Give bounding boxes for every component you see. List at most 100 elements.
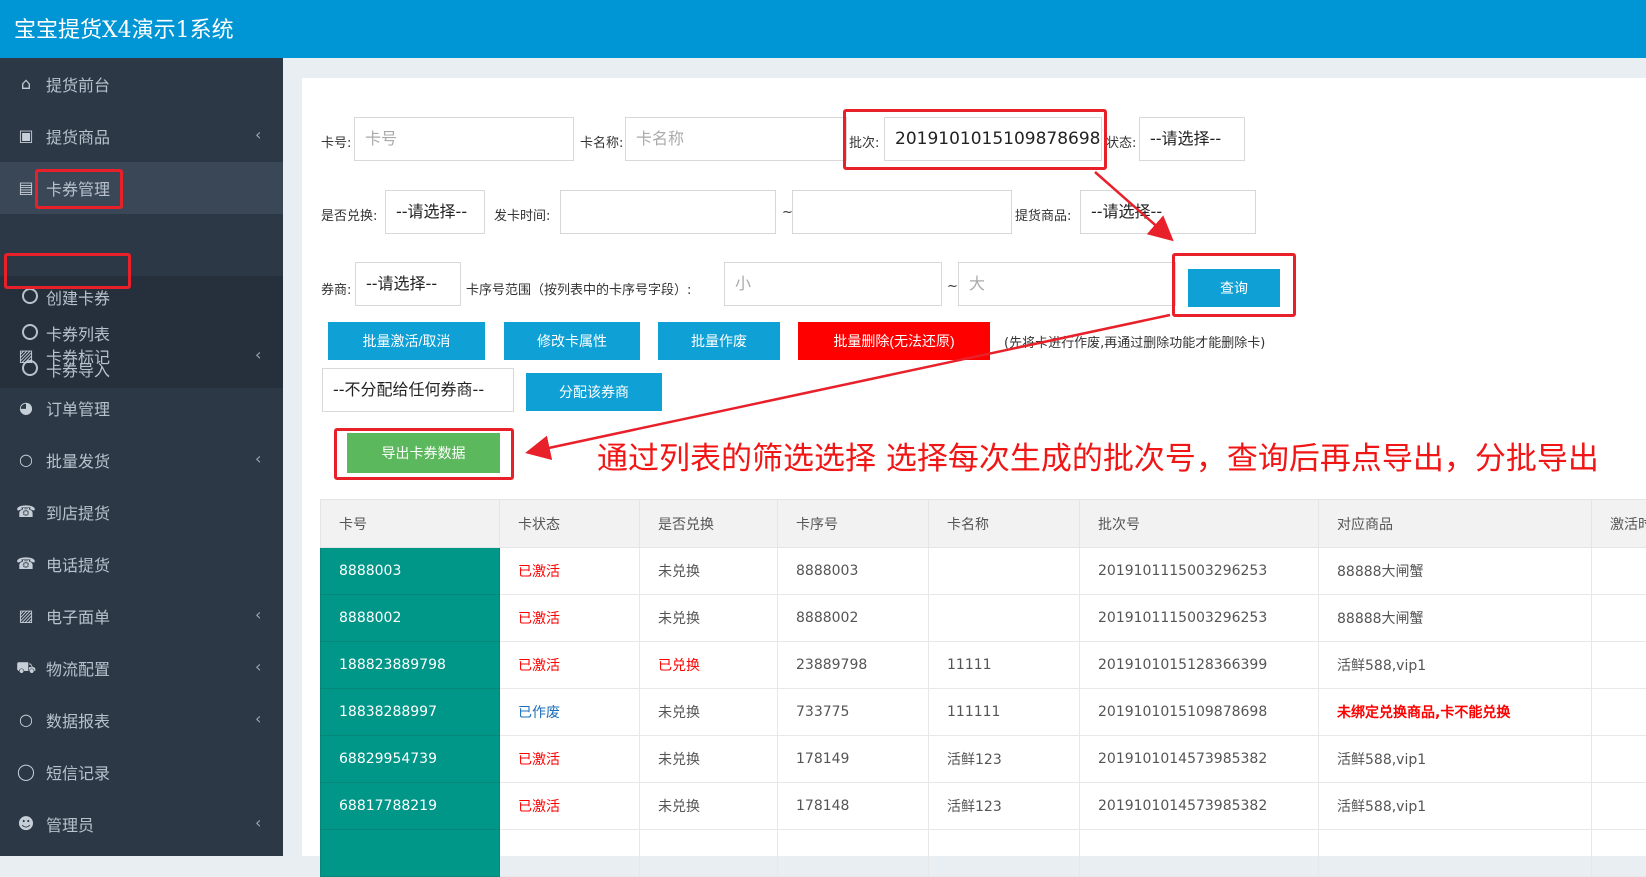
sidebar-item-orders[interactable]: ◕ 订单管理 (0, 382, 283, 434)
sidebar-item-sms-log[interactable]: ◯ 短信记录 (0, 746, 283, 798)
chevron-left-icon: ‹ (255, 709, 261, 728)
batch-delete-button[interactable]: 批量删除(无法还原) (798, 322, 990, 360)
card-no-input[interactable]: 卡号 (354, 117, 574, 161)
goods-select[interactable]: --请选择-- (1080, 190, 1256, 234)
status-select[interactable]: --请选择-- (1139, 117, 1245, 161)
sidebar-item-phone-pickup[interactable]: ☎ 电话提货 (0, 538, 283, 590)
cell-card-name: 11111 (929, 642, 1080, 689)
cell-batch: 2019101015128366399 (1080, 642, 1319, 689)
cell-card-no: 8888003 (321, 548, 500, 595)
cell-exchanged: 未兑换 (640, 736, 778, 783)
issue-time-end-input[interactable] (792, 190, 1012, 234)
cell-card-no: 68817788219 (321, 783, 500, 830)
highlight-batch (843, 109, 1107, 170)
status-label: 状态: (1106, 132, 1136, 151)
home-icon: ⌂ (16, 74, 36, 94)
sidebar-item-reports[interactable]: ○ 数据报表 ‹ (0, 694, 283, 746)
sidebar-item-pickup-front[interactable]: ⌂ 提货前台 (0, 58, 283, 110)
dealer-label: 券商: (321, 279, 351, 298)
users-icon: ☻ (16, 814, 36, 834)
range-max-input[interactable]: 大 (958, 262, 1176, 306)
table-row[interactable]: 68829954739 已激活 未兑换 178149 活鲜123 2019101… (321, 736, 1646, 783)
cell-card-no: 8888002 (321, 595, 500, 642)
batch-void-button[interactable]: 批量作废 (658, 322, 780, 360)
cell-batch: 2019101014573985382 (1080, 783, 1319, 830)
cell-activate-time (1592, 548, 1646, 595)
table-row[interactable]: 8888003 已激活 未兑换 8888003 2019101115003296… (321, 548, 1646, 595)
table-row[interactable]: 8888002 已激活 未兑换 8888002 2019101115003296… (321, 595, 1646, 642)
chevron-left-icon: ‹ (255, 605, 261, 624)
range-min-input[interactable]: 小 (724, 262, 942, 306)
cell-card-no: 188823889798 (321, 642, 500, 689)
comment-icon: ◯ (16, 762, 36, 782)
cell-serial: 8888002 (778, 595, 929, 642)
card-name-input[interactable]: 卡名称 (625, 117, 847, 161)
sidebar-item-label: 管理员 (46, 812, 94, 836)
goods-label: 提货商品: (1015, 205, 1071, 224)
col-header-goods[interactable]: 对应商品 (1319, 500, 1592, 548)
sidebar-item-label: 提货前台 (46, 72, 110, 96)
cell-card-no: 18838288997 (321, 689, 500, 736)
modify-attr-button[interactable]: 修改卡属性 (504, 322, 640, 360)
table-row[interactable] (321, 830, 1646, 877)
inbox-icon: ▣ (16, 126, 36, 146)
annotation-text: 通过列表的筛选选择 选择每次生成的批次号，查询后再点导出，分批导出 (597, 438, 1637, 480)
sidebar-item-label: 提货商品 (46, 124, 110, 148)
col-header-exchanged[interactable]: 是否兑换 (640, 500, 778, 548)
sidebar-item-label: 短信记录 (46, 760, 110, 784)
cell-exchanged: 未兑换 (640, 595, 778, 642)
range-label: 卡序号范围（按列表中的卡序号字段）: (466, 279, 691, 298)
cell-activate-time (1592, 830, 1646, 877)
card-table: 卡号 卡状态 是否兑换 卡序号 卡名称 批次号 对应商品 激活时间 888800… (320, 499, 1646, 877)
truck-icon: ⛟ (16, 658, 36, 678)
highlight-query (1172, 253, 1296, 317)
cell-exchanged: 未兑换 (640, 689, 778, 736)
chevron-left-icon: ‹ (255, 813, 261, 832)
col-header-card-name[interactable]: 卡名称 (929, 500, 1080, 548)
phone-icon: ☎ (16, 502, 36, 522)
highlight-card-management (35, 169, 123, 209)
sidebar-item-label: 订单管理 (46, 396, 110, 420)
highlight-card-list (4, 253, 131, 289)
sidebar-item-admins[interactable]: ☻ 管理员 ‹ (0, 798, 283, 850)
cell-goods: 活鲜588,vip1 (1319, 736, 1592, 783)
cell-card-name (929, 548, 1080, 595)
col-header-activate-time[interactable]: 激活时间 (1592, 500, 1646, 548)
exchanged-select[interactable]: --请选择-- (385, 190, 485, 234)
cell-exchanged: 未兑换 (640, 783, 778, 830)
col-header-status[interactable]: 卡状态 (500, 500, 640, 548)
cell-goods: 88888大闸蟹 (1319, 595, 1592, 642)
cell-serial: 178149 (778, 736, 929, 783)
table-row[interactable]: 188823889798 已激活 已兑换 23889798 11111 2019… (321, 642, 1646, 689)
issue-time-start-input[interactable] (560, 190, 776, 234)
card-no-label: 卡号: (321, 132, 351, 151)
briefcase-icon: ▨ (16, 346, 36, 366)
cell-exchanged: 已兑换 (640, 642, 778, 689)
sidebar-item-label: 到店提货 (46, 500, 110, 524)
assign-dealer-button[interactable]: 分配该券商 (526, 373, 662, 411)
table-row[interactable]: 18838288997 已作废 未兑换 733775 111111 201910… (321, 689, 1646, 736)
cell-batch: 2019101115003296253 (1080, 595, 1319, 642)
col-header-serial[interactable]: 卡序号 (778, 500, 929, 548)
cell-status: 已激活 (500, 642, 640, 689)
assign-dealer-select[interactable]: --不分配给任何券商-- (322, 368, 514, 412)
sidebar-item-pickup-goods[interactable]: ▣ 提货商品 ‹ (0, 110, 283, 162)
cell-activate-time (1592, 642, 1646, 689)
cell-card-name (929, 595, 1080, 642)
cell-activate-time (1592, 595, 1646, 642)
sidebar-item-label: 数据报表 (46, 708, 110, 732)
sidebar-item-store-pickup[interactable]: ☎ 到店提货 (0, 486, 283, 538)
table-row[interactable]: 68817788219 已激活 未兑换 178148 活鲜123 2019101… (321, 783, 1646, 830)
cell-goods: 活鲜588,vip1 (1319, 642, 1592, 689)
app-title: 宝宝提货X4演示1系统 (14, 12, 234, 44)
sidebar-item-e-waybill[interactable]: ▨ 电子面单 ‹ (0, 590, 283, 642)
sidebar-item-card-mark[interactable]: ▨ 卡券标记 ‹ (0, 330, 283, 382)
col-header-card-no[interactable]: 卡号 (321, 500, 500, 548)
cell-goods: 未绑定兑换商品,卡不能兑换 (1319, 689, 1592, 736)
batch-activate-button[interactable]: 批量激活/取消 (328, 322, 485, 360)
col-header-batch[interactable]: 批次号 (1080, 500, 1319, 548)
sidebar-item-logistics[interactable]: ⛟ 物流配置 ‹ (0, 642, 283, 694)
cell-goods: 88888大闸蟹 (1319, 548, 1592, 595)
sidebar-item-batch-ship[interactable]: ○ 批量发货 ‹ (0, 434, 283, 486)
dealer-select[interactable]: --请选择-- (355, 262, 461, 306)
